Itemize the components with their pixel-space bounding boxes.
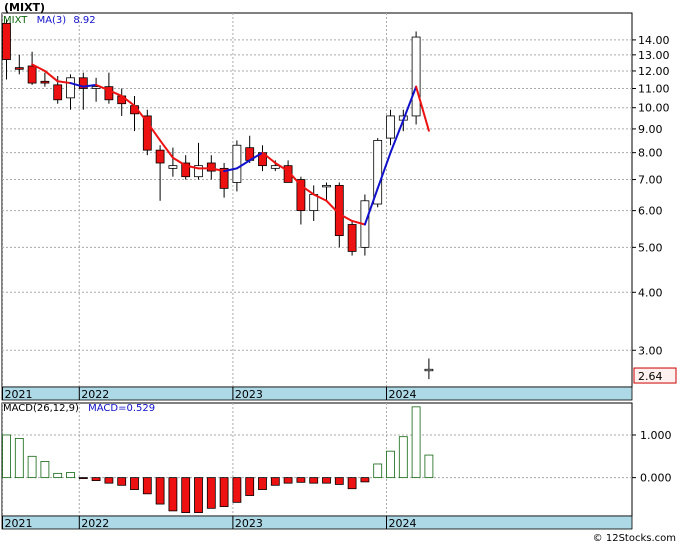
macd-bar-negative xyxy=(117,477,127,486)
candle-up xyxy=(424,368,434,372)
price-year-label: 2021 xyxy=(5,388,33,401)
macd-bar-negative xyxy=(309,477,319,484)
candle-down xyxy=(155,149,165,164)
candle-down xyxy=(347,224,357,252)
price-tick-label: 12.00 xyxy=(638,65,670,78)
candle-up xyxy=(322,184,331,188)
macd-bar-negative xyxy=(104,477,114,484)
price-tick-label: 11.00 xyxy=(638,82,670,95)
legend-ma-label: MA(3) xyxy=(36,15,67,26)
last-price-label: 2.64 xyxy=(638,370,663,383)
candle-down xyxy=(40,80,50,84)
macd-bar-negative xyxy=(347,477,357,490)
macd-bar-negative xyxy=(322,477,331,484)
candle-up xyxy=(66,77,75,99)
macd-bar-negative xyxy=(283,477,293,484)
price-year-label: 2022 xyxy=(81,388,109,401)
price-tick-label: 14.00 xyxy=(638,34,670,47)
macd-bar-positive xyxy=(40,461,50,479)
macd-bar-positive xyxy=(411,406,421,479)
macd-bar-negative xyxy=(78,477,88,480)
candle-down xyxy=(2,22,11,60)
macd-year-label: 2021 xyxy=(5,517,33,530)
price-tick-label: 8.00 xyxy=(638,147,663,160)
price-tick-label: 3.00 xyxy=(638,344,663,357)
macd-bar-positive xyxy=(386,450,395,479)
footer-credit: © 12Stocks.com xyxy=(592,533,676,544)
price-tick-label: 5.00 xyxy=(638,241,663,254)
macd-legend-value: MACD=0.529 xyxy=(88,403,156,414)
macd-bar-negative xyxy=(334,477,344,485)
macd-tick-label: 1.000 xyxy=(640,429,672,442)
candle-down xyxy=(14,67,24,70)
macd-bar-negative xyxy=(360,477,370,483)
macd-year-label: 2022 xyxy=(81,517,109,530)
candle-down xyxy=(53,84,63,101)
macd-bar-negative xyxy=(130,477,139,490)
macd-legend-label: MACD(26,12,9) xyxy=(3,403,79,414)
macd-legend: MACD(26,12,9) MACD=0.529 xyxy=(3,403,155,414)
stock-chart: 3.00 4.00 5.00 6.00 7.00 8.00 9.00 10.00 11.00 12… xyxy=(1,12,677,530)
price-tick-label: 10.00 xyxy=(638,102,670,115)
macd-bar-positive xyxy=(53,472,63,479)
macd-bar-negative xyxy=(155,477,165,505)
macd-bar-negative xyxy=(219,477,229,508)
macd-bar-positive xyxy=(398,436,408,479)
macd-bar-positive xyxy=(373,463,383,479)
macd-bar-positive xyxy=(424,454,434,479)
macd-bar-negative xyxy=(245,477,255,496)
macd-bar-negative xyxy=(91,477,101,482)
price-tick-label: 4.00 xyxy=(638,286,663,299)
macd-bar-negative xyxy=(168,477,178,512)
macd-bar-positive xyxy=(2,434,11,479)
legend-symbol: MIXT xyxy=(3,15,28,26)
price-tick-label: 13.00 xyxy=(638,49,670,62)
macd-bar-positive xyxy=(66,472,75,479)
macd-tick-label: 0.000 xyxy=(640,472,672,485)
macd-bar-negative xyxy=(181,477,191,513)
candle-up xyxy=(411,36,421,117)
macd-bar-negative xyxy=(296,477,306,483)
price-tick-label: 9.00 xyxy=(638,123,663,136)
macd-year-label: 2023 xyxy=(235,517,263,530)
macd-bar-negative xyxy=(270,477,280,486)
legend-ma-value: 8.92 xyxy=(73,15,96,26)
macd-bar-negative xyxy=(194,477,203,513)
price-tick-label: 7.00 xyxy=(638,174,663,187)
price-year-label: 2023 xyxy=(235,388,263,401)
macd-bar-positive xyxy=(14,437,24,479)
price-year-label: 2024 xyxy=(389,388,417,401)
price-tick-label: 6.00 xyxy=(638,205,663,218)
macd-panel-frame xyxy=(1,402,633,517)
candle-up xyxy=(232,144,242,183)
candle-up xyxy=(386,115,395,139)
candle-down xyxy=(27,65,37,84)
candle-up xyxy=(168,165,178,169)
macd-year-label: 2024 xyxy=(389,517,417,530)
price-legend: MIXT MA(3) 8.92 xyxy=(3,15,96,26)
macd-bar-positive xyxy=(27,455,37,479)
candle-up xyxy=(270,165,280,169)
macd-bar-negative xyxy=(232,477,242,503)
macd-bar-negative xyxy=(206,477,216,509)
macd-bar-negative xyxy=(258,477,267,490)
macd-bar-negative xyxy=(142,477,152,495)
macd-grid xyxy=(1,402,633,517)
